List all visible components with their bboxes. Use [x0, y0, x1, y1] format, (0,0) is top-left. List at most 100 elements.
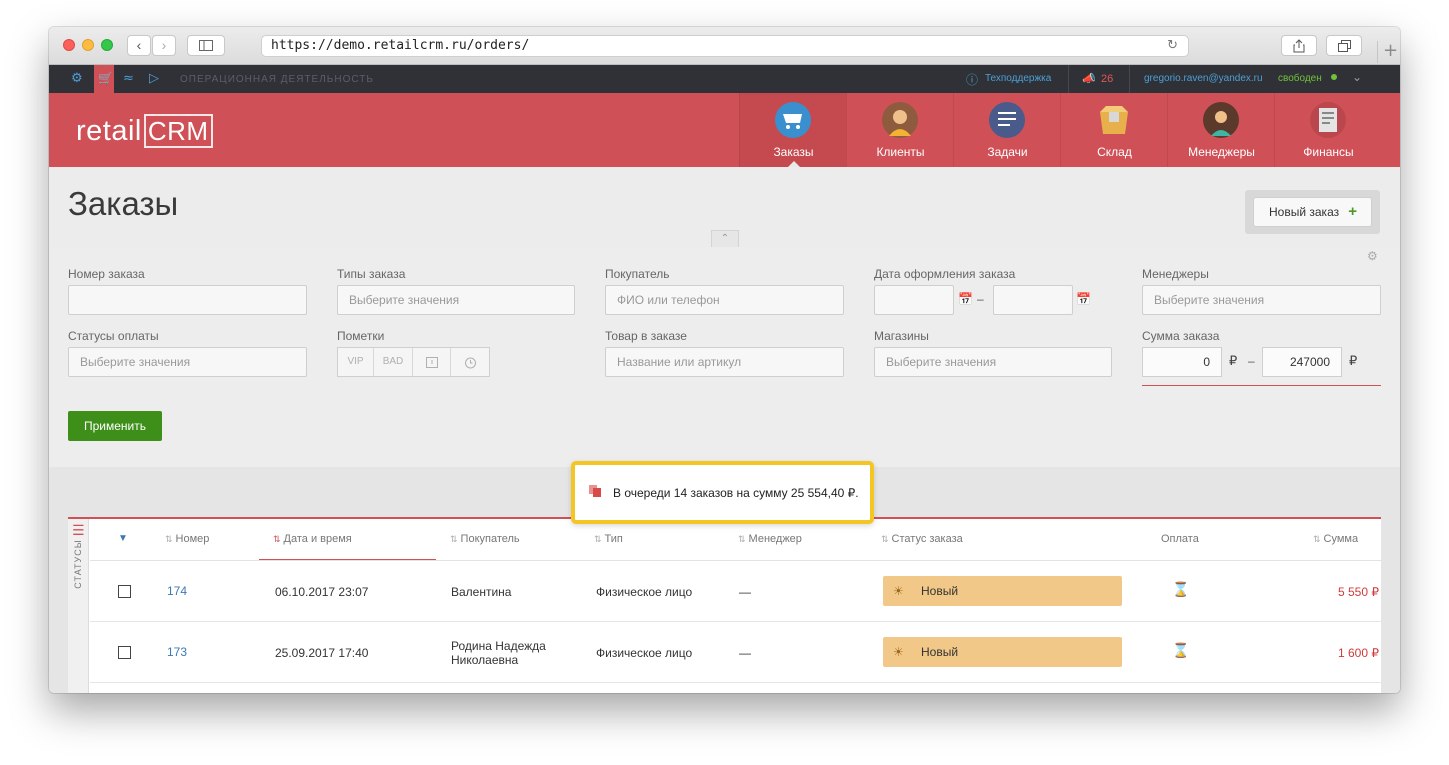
module-orders[interactable]: Заказы — [739, 93, 846, 167]
order-customer[interactable]: Валентина — [451, 585, 511, 599]
order-status-badge[interactable]: ☀ Новый — [883, 576, 1122, 606]
table-row[interactable]: 173 25.09.2017 17:40 Родина Надежда Нико… — [90, 622, 1381, 683]
column-header-status[interactable]: ⇅ Статус заказа — [881, 533, 963, 545]
analytics-icon[interactable]: ≈ — [123, 71, 134, 86]
managers-select[interactable]: Выберите значения — [1142, 285, 1381, 315]
order-sum-label: Сумма заказа — [1142, 329, 1220, 343]
marketing-icon[interactable]: ▷ — [149, 71, 159, 86]
new-tab-button[interactable]: + — [1377, 41, 1400, 63]
date-from-input[interactable] — [874, 285, 954, 315]
back-button[interactable]: ‹ — [127, 35, 151, 56]
chevron-left-icon: ‹ — [136, 37, 142, 53]
shops-label: Магазины — [874, 329, 929, 343]
shops-select[interactable]: Выберите значения — [874, 347, 1112, 377]
column-header-type[interactable]: ⇅ Тип — [594, 533, 623, 545]
order-sum: 1 600 ₽ — [1338, 646, 1379, 660]
column-header-datetime[interactable]: ⇅ Дата и время — [273, 533, 352, 545]
module-clients[interactable]: Клиенты — [846, 93, 953, 167]
filter-settings-gear-icon[interactable]: ⚙ — [1367, 249, 1378, 263]
close-window-button[interactable] — [63, 39, 75, 51]
copy-orders-icon — [589, 485, 601, 497]
module-warehouse[interactable]: Склад — [1060, 93, 1167, 167]
select-all-dropdown-icon[interactable]: ▼ — [118, 533, 128, 544]
order-sum: 5 550 ₽ — [1338, 585, 1379, 599]
settings-gear-icon[interactable]: ⚙ — [71, 71, 83, 86]
order-customer[interactable]: Родина Надежда Николаевна — [451, 639, 561, 667]
user-status[interactable]: свободен — [1278, 73, 1322, 84]
lightbulb-icon: ☀ — [893, 645, 904, 659]
order-status-label: Новый — [921, 584, 959, 598]
sum-from-input[interactable]: 0 — [1142, 347, 1222, 377]
mark-bad-toggle[interactable]: BAD — [374, 348, 413, 376]
payment-status-label: Статусы оплаты — [68, 329, 159, 343]
orders-section-tab[interactable]: 🛒 — [94, 65, 114, 93]
new-order-button[interactable]: Новый заказ + — [1253, 197, 1372, 227]
module-label: Задачи — [987, 145, 1028, 159]
module-tasks[interactable]: Задачи — [953, 93, 1060, 167]
payment-status-select[interactable]: Выберите значения — [68, 347, 307, 377]
order-number-link[interactable]: 173 — [167, 645, 187, 659]
chevron-down-icon[interactable]: ⌄ — [1352, 70, 1362, 84]
marks-toggle-group: VIP BAD — [337, 347, 490, 377]
module-managers[interactable]: Менеджеры — [1167, 93, 1274, 167]
maximize-window-button[interactable] — [101, 39, 113, 51]
order-manager: — — [739, 585, 751, 599]
module-label: Менеджеры — [1188, 145, 1255, 159]
statuses-label: СТАТУСЫ — [73, 539, 83, 589]
sum-range-dash: – — [1248, 354, 1255, 368]
lightbulb-icon: ☀ — [893, 584, 904, 598]
column-header-manager[interactable]: ⇅ Менеджер — [738, 533, 802, 545]
order-manager: — — [739, 646, 751, 660]
order-datetime: 25.09.2017 17:40 — [275, 646, 369, 660]
alarm-clock-icon — [464, 357, 476, 369]
order-types-select[interactable]: Выберите значения — [337, 285, 575, 315]
sidebar-toggle-button[interactable] — [187, 35, 225, 56]
mark-vip-toggle[interactable]: VIP — [338, 348, 374, 376]
collapse-filters-button[interactable]: ⌃ — [711, 230, 739, 247]
product-input[interactable]: Название или артикул — [605, 347, 844, 377]
column-header-number[interactable]: ⇅ Номер — [165, 533, 209, 545]
address-bar[interactable]: https://demo.retailcrm.ru/orders/ ↻ — [261, 35, 1189, 57]
minimize-window-button[interactable] — [82, 39, 94, 51]
mark-expired-toggle[interactable] — [413, 348, 451, 376]
megaphone-icon[interactable]: 📣 — [1082, 72, 1096, 85]
order-number-input[interactable] — [68, 285, 307, 315]
module-finance[interactable]: Финансы — [1274, 93, 1381, 167]
help-icon[interactable]: ⓘ — [966, 71, 978, 88]
sum-range-slider-line[interactable] — [1142, 385, 1381, 386]
reload-icon[interactable]: ↻ — [1167, 36, 1178, 56]
apply-filters-button[interactable]: Применить — [68, 411, 162, 441]
date-to-input[interactable] — [993, 285, 1073, 315]
order-number-label: Номер заказа — [68, 267, 145, 281]
table-row[interactable]: 174 06.10.2017 23:07 Валентина Физическо… — [90, 561, 1381, 622]
order-status-badge[interactable]: ☀ Новый — [883, 637, 1122, 667]
mark-alarm-toggle[interactable] — [451, 348, 489, 376]
support-link[interactable]: Техподдержка — [985, 73, 1051, 84]
menu-icon[interactable]: ☰ — [72, 523, 85, 539]
calendar-icon[interactable]: 📅 — [958, 292, 973, 306]
currency-label: ₽ — [1229, 353, 1238, 368]
forward-button[interactable]: › — [152, 35, 176, 56]
order-number-link[interactable]: 174 — [167, 584, 187, 598]
manager-icon — [1203, 102, 1239, 138]
column-header-sum[interactable]: ⇅ Сумма — [1313, 533, 1358, 545]
column-header-customer[interactable]: ⇅ Покупатель — [450, 533, 520, 545]
row-checkbox[interactable] — [118, 585, 131, 598]
calendar-icon[interactable]: 📅 — [1076, 292, 1091, 306]
cart-icon — [775, 102, 811, 138]
sum-to-input[interactable]: 247000 — [1262, 347, 1342, 377]
new-order-wrapper: Новый заказ + — [1245, 190, 1380, 234]
tabs-overview-button[interactable] — [1326, 35, 1362, 56]
customer-input[interactable]: ФИО или телефон — [605, 285, 844, 315]
url-text: https://demo.retailcrm.ru/orders/ — [271, 38, 530, 53]
user-email[interactable]: gregorio.raven@yandex.ru — [1144, 73, 1263, 84]
share-button[interactable] — [1281, 35, 1317, 56]
tabs-icon — [1337, 40, 1351, 52]
row-checkbox[interactable] — [118, 646, 131, 659]
retailcrm-logo[interactable]: retail CRM — [76, 114, 213, 148]
statuses-sidebar-toggle[interactable]: ☰ СТАТУСЫ — [68, 519, 89, 693]
notifications-count[interactable]: 26 — [1101, 73, 1113, 85]
divider — [1068, 65, 1069, 93]
module-label: Финансы — [1303, 145, 1354, 159]
filters-panel: ⚙ Номер заказа Типы заказа Выберите знач… — [49, 247, 1400, 467]
